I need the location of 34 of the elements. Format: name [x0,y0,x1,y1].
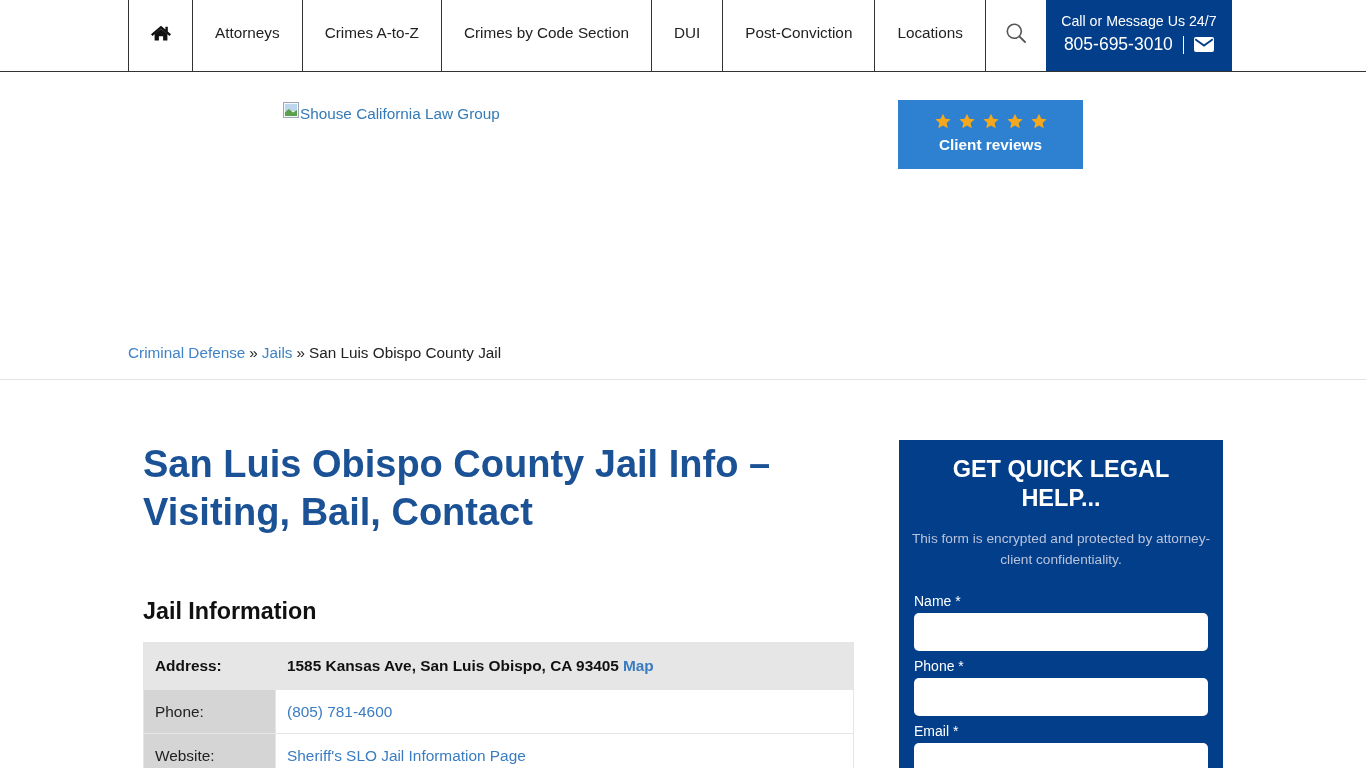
input-field[interactable] [914,613,1208,651]
search-icon [1005,23,1026,43]
label-cell: Phone: [143,689,276,734]
envelope-icon[interactable] [1193,37,1214,52]
value-link[interactable]: (805) 781-4600 [287,702,393,720]
field-label: Email * [914,723,960,740]
field-label: Name * [914,593,962,610]
star-icon [1006,113,1023,129]
reviews-button[interactable]: Client reviews [898,100,1083,169]
star-icon [934,113,951,129]
home-icon [150,25,171,41]
label-cell: Address: [143,642,276,690]
breadcrumb-link[interactable]: Criminal Defense [128,344,246,362]
value-text: 1585 Kansas Ave, San Luis Obispo, CA 93405 [287,657,619,674]
breadcrumb-current: San Luis Obispo County Jail [308,344,502,362]
field-label: Phone * [914,658,965,675]
breadcrumb-separator: » [296,344,305,362]
value-link[interactable]: Sheriff's SLO Jail Information Page [287,746,526,764]
star-icon [982,113,999,129]
breadcrumb-link[interactable]: Jails [261,344,293,362]
page-title: San Luis Obispo County Jail Info – Visiting, Bail, Contact [143,442,772,535]
logo-alt-text[interactable]: Shouse California Law Group [300,105,500,123]
label-cell: Website: [143,733,276,768]
contact-caption: Call or Message Us 24/7 [1061,12,1217,30]
section-heading: Jail Information [143,597,318,626]
input-field[interactable] [914,678,1208,716]
form-title: GET QUICK LEGAL HELP... [951,455,1171,513]
star-icon [958,113,975,129]
star-icon [1030,113,1047,129]
phone-link[interactable]: 805-695-3010 [1063,34,1173,55]
breadcrumb-separator: » [249,344,258,362]
form-note: This form is encrypted and protected by attorney-client confidentiality. [910,530,1212,569]
broken-image-icon [283,102,299,118]
reviews-label: Client reviews [939,136,1042,154]
